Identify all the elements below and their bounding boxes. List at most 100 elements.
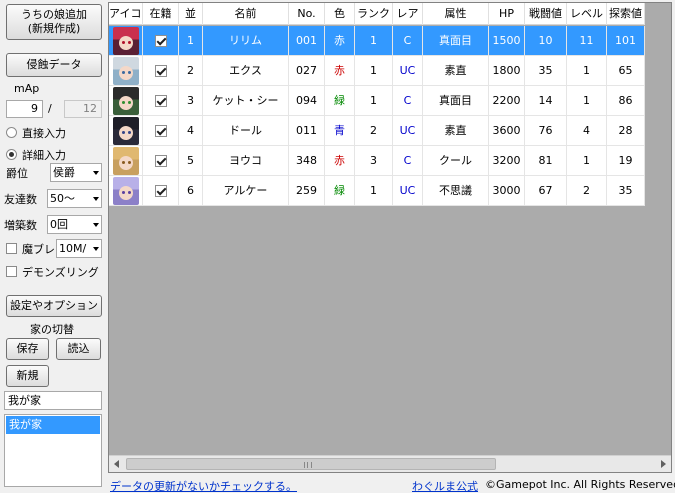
enrolled-checkbox-cell [143, 176, 179, 206]
cell-hp: 3200 [489, 146, 525, 176]
avatar-eye [121, 41, 125, 44]
update-check-link[interactable]: データの更新がないかチェックする。 [110, 478, 297, 493]
cell-battle: 81 [525, 146, 567, 176]
new-button[interactable]: 新規 [6, 365, 49, 387]
enrolled-checkbox[interactable] [154, 65, 167, 77]
column-header[interactable]: レア [393, 3, 423, 25]
enrolled-checkbox[interactable] [154, 185, 167, 197]
column-header[interactable]: 色 [325, 3, 355, 25]
cell-battle: 76 [525, 116, 567, 146]
table-row[interactable]: 5 ヨウコ 348 赤 3 C クール 3200 81 1 19 [109, 146, 645, 176]
cell-rare: UC [393, 56, 423, 86]
enrolled-checkbox-cell [143, 56, 179, 86]
cell-explore: 101 [607, 26, 645, 56]
avatar-cell [109, 176, 143, 206]
enrolled-checkbox[interactable] [154, 125, 167, 137]
cell-name: ケット・シー [203, 86, 289, 116]
friends-value: 50〜 [50, 192, 75, 205]
column-header[interactable]: 探索値 [607, 3, 645, 25]
cell-hp: 2200 [489, 86, 525, 116]
column-header[interactable]: 名前 [203, 3, 289, 25]
column-header[interactable]: 並 [179, 3, 203, 25]
enrolled-checkbox[interactable] [154, 155, 167, 167]
erosion-data-button[interactable]: 侵蝕データ [6, 53, 102, 77]
scroll-left-icon[interactable] [114, 460, 119, 468]
column-header[interactable]: レベル [567, 3, 607, 25]
scrollbar-thumb[interactable] [126, 458, 496, 470]
cell-explore: 65 [607, 56, 645, 86]
enrolled-checkbox[interactable] [154, 35, 167, 47]
cell-attr: 素直 [423, 116, 489, 146]
map-current-field[interactable]: 9 [6, 100, 43, 118]
column-header[interactable]: 在籍 [143, 3, 179, 25]
scroll-right-icon[interactable] [661, 460, 666, 468]
house-list[interactable]: 我が家 [4, 414, 102, 487]
magic-checkbox[interactable] [6, 243, 17, 254]
avatar-eye [127, 191, 131, 194]
cell-idx: 4 [179, 116, 203, 146]
radio-detail-input[interactable] [6, 149, 17, 160]
settings-button[interactable]: 設定やオプション [6, 295, 102, 317]
cell-idx: 1 [179, 26, 203, 56]
column-header[interactable]: HP [489, 3, 525, 25]
rank-select[interactable]: 侯爵 [50, 163, 102, 182]
avatar-eye [121, 131, 125, 134]
add-daughter-button[interactable]: うちの娘追加 (新規作成) [6, 4, 102, 40]
avatar [112, 57, 139, 85]
column-header[interactable]: 戦闘値 [525, 3, 567, 25]
expand-select[interactable]: 0回 [47, 215, 102, 234]
cell-hp: 3600 [489, 116, 525, 146]
avatar-cell [109, 26, 143, 56]
column-header[interactable]: 属性 [423, 3, 489, 25]
cell-level: 1 [567, 86, 607, 116]
column-header[interactable]: ランク [355, 3, 393, 25]
cell-color: 赤 [325, 146, 355, 176]
table-row[interactable]: 4 ドール 011 青 2 UC 素直 3600 76 4 28 [109, 116, 645, 146]
cell-level: 2 [567, 176, 607, 206]
expand-value: 0回 [50, 218, 68, 231]
cell-color: 緑 [325, 86, 355, 116]
cell-no: 001 [289, 26, 325, 56]
expand-label: 増築数 [4, 219, 37, 232]
cell-explore: 28 [607, 116, 645, 146]
avatar [112, 117, 139, 145]
demon-ring-checkbox[interactable] [6, 266, 17, 277]
house-list-item[interactable]: 我が家 [6, 416, 100, 434]
daughters-grid[interactable]: アイコン在籍並名前No.色ランクレア属性HP戦闘値レベル探索値 1リリム001赤… [108, 2, 672, 473]
table-row[interactable]: 1 リリム 001 赤 1 C 真面目 1500 10 11 101 [109, 26, 645, 56]
copyright-text: ©Gamepot Inc. All Rights Reserved. [485, 478, 675, 491]
magic-select[interactable]: 10M/ [56, 239, 102, 258]
column-header[interactable]: アイコン [109, 3, 143, 25]
grip-icon [304, 462, 312, 468]
grid-rows: 1 リリム 001 赤 1 C 真面目 1500 10 11 101 2 エクス 027 赤 1 UC 素直 180… [109, 26, 645, 206]
table-row[interactable]: 6 アルケー 259 緑 1 UC 不思議 3000 67 2 35 [109, 176, 645, 206]
cell-attr: 素直 [423, 56, 489, 86]
avatar-eye [127, 161, 131, 164]
chevron-down-icon [93, 247, 99, 251]
house-name-field[interactable]: 我が家 [4, 391, 102, 410]
column-header[interactable]: No. [289, 3, 325, 25]
save-button[interactable]: 保存 [6, 338, 49, 360]
chevron-down-icon [93, 171, 99, 175]
cell-no: 027 [289, 56, 325, 86]
horizontal-scrollbar[interactable] [109, 455, 671, 472]
cell-explore: 19 [607, 146, 645, 176]
grid-header: アイコン在籍並名前No.色ランクレア属性HP戦闘値レベル探索値 [109, 3, 645, 25]
avatar-cell [109, 56, 143, 86]
house-switch-label: 家の切替 [30, 323, 74, 336]
cell-battle: 35 [525, 56, 567, 86]
load-button[interactable]: 読込 [56, 338, 101, 360]
cell-no: 348 [289, 146, 325, 176]
friends-label: 友達数 [4, 193, 37, 206]
table-row[interactable]: 3 ケット・シー 094 緑 1 C 真面目 2200 14 1 86 [109, 86, 645, 116]
cell-color: 赤 [325, 56, 355, 86]
enrolled-checkbox[interactable] [154, 95, 167, 107]
cell-rare: C [393, 86, 423, 116]
friends-select[interactable]: 50〜 [47, 189, 102, 208]
official-link[interactable]: わぐルま公式 [412, 478, 478, 493]
avatar-eye [127, 101, 131, 104]
table-row[interactable]: 2 エクス 027 赤 1 UC 素直 1800 35 1 65 [109, 56, 645, 86]
add-daughter-label-1: うちの娘追加 [21, 8, 87, 21]
radio-direct-input[interactable] [6, 127, 17, 138]
cell-level: 4 [567, 116, 607, 146]
